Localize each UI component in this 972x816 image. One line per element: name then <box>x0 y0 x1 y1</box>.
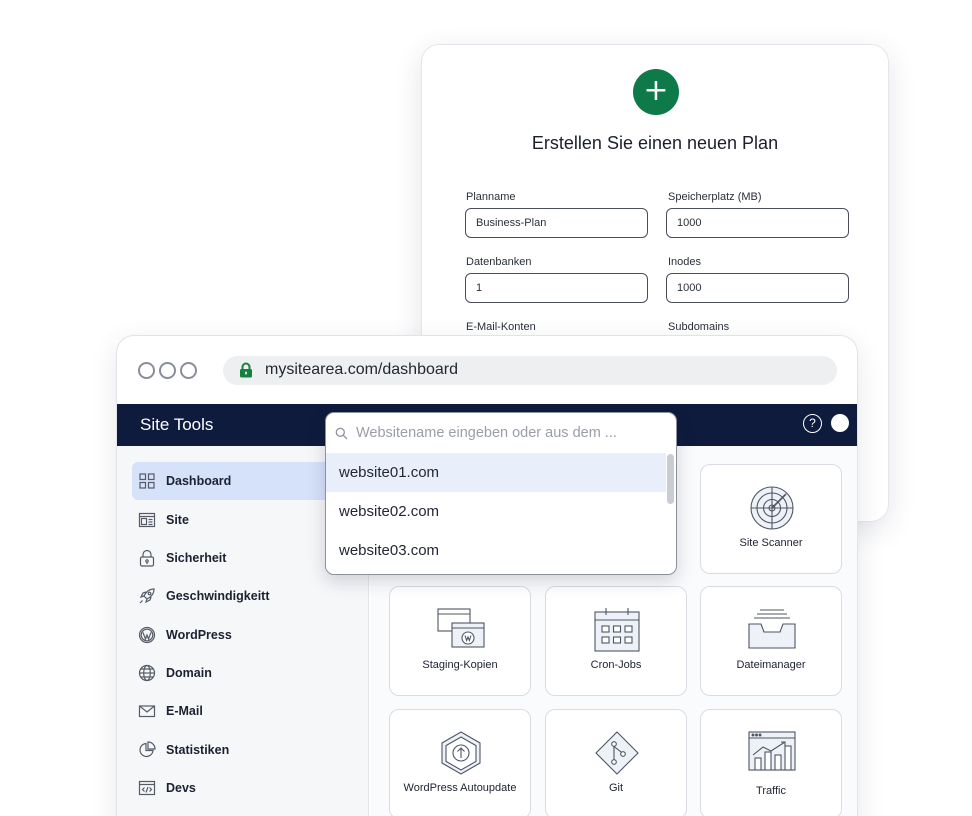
tile-traffic[interactable]: Traffic <box>700 709 842 816</box>
calendar-icon <box>594 608 640 652</box>
browser-window: mysitearea.com/dashboard Site Tools ? Da… <box>116 335 858 816</box>
tile-staging[interactable]: Staging-Kopien <box>389 586 531 696</box>
sidebar-item-domain[interactable]: Domain <box>132 654 368 692</box>
tile-git[interactable]: Git <box>545 709 687 816</box>
plan-name-input[interactable]: Business-Plan <box>465 208 648 238</box>
file-tray-icon <box>748 609 796 649</box>
sidebar-item-label: Devs <box>166 781 196 795</box>
search-icon <box>335 427 348 440</box>
site-search-input[interactable] <box>356 421 656 445</box>
tile-file-manager[interactable]: Dateimanager <box>700 586 842 696</box>
site-icon <box>138 512 156 528</box>
tile-label: Git <box>608 782 624 794</box>
avatar[interactable] <box>831 414 849 432</box>
tile-label: Traffic <box>756 785 786 797</box>
lock-icon <box>139 549 155 567</box>
staging-icon <box>437 608 485 648</box>
address-bar[interactable]: mysitearea.com/dashboard <box>223 356 837 385</box>
tile-cron-jobs[interactable]: Cron-Jobs <box>545 586 687 696</box>
rocket-icon <box>139 588 155 604</box>
lock-icon <box>240 362 252 378</box>
tile-label: Cron-Jobs <box>590 659 642 671</box>
sidebar-item-statistics[interactable]: Statistiken <box>132 731 368 769</box>
git-icon <box>595 731 639 775</box>
site-option-1[interactable]: website01.com <box>326 453 666 492</box>
tile-label: Dateimanager <box>736 659 806 671</box>
tile-label: Site Scanner <box>739 537 803 549</box>
dashboard-icon <box>139 473 155 489</box>
sidebar-item-label: Site <box>166 513 189 527</box>
traffic-chart-icon <box>748 731 796 771</box>
update-icon <box>441 731 481 775</box>
code-icon <box>138 780 156 796</box>
window-dot-maximize[interactable] <box>180 362 197 379</box>
sidebar-item-label: E-Mail <box>166 704 203 718</box>
inodes-input[interactable]: 1000 <box>666 273 849 303</box>
tile-wp-autoupdate[interactable]: WordPress Autoupdate <box>389 709 531 816</box>
window-controls <box>138 362 197 379</box>
storage-input[interactable]: 1000 <box>666 208 849 238</box>
sidebar-item-label: Domain <box>166 666 212 680</box>
url-text: mysitearea.com/dashboard <box>265 361 458 378</box>
add-plan-icon[interactable]: + <box>633 69 679 115</box>
wordpress-icon <box>138 626 156 644</box>
site-picker-dropdown: website01.com website02.com website03.co… <box>325 412 677 575</box>
email-accounts-label: E-Mail-Konten <box>466 321 536 333</box>
window-dot-close[interactable] <box>138 362 155 379</box>
sidebar-item-label: Dashboard <box>166 474 232 488</box>
tile-label: WordPress Autoupdate <box>403 782 517 794</box>
sidebar-item-label: Statistiken <box>166 743 230 757</box>
dropdown-scrollbar[interactable] <box>667 454 674 504</box>
mail-icon <box>138 705 156 718</box>
plan-form-title: Erstellen Sie einen neuen Plan <box>531 133 779 153</box>
pie-chart-icon <box>139 741 156 758</box>
sidebar-item-wordpress[interactable]: WordPress <box>132 616 368 654</box>
sidebar-item-label: Geschwindigkeitt <box>166 589 270 603</box>
plan-name-label: Planname <box>466 191 516 203</box>
databases-label: Datenbanken <box>466 256 532 268</box>
subdomains-label: Subdomains <box>668 321 730 333</box>
databases-input[interactable]: 1 <box>465 273 648 303</box>
sidebar-item-devs[interactable]: Devs <box>132 769 368 807</box>
inodes-label: Inodes <box>668 256 702 268</box>
sidebar-item-email[interactable]: E-Mail <box>132 692 368 730</box>
site-option-3[interactable]: website03.com <box>326 531 666 570</box>
tile-site-scanner[interactable]: Site Scanner <box>700 464 842 574</box>
window-dot-minimize[interactable] <box>159 362 176 379</box>
site-option-2[interactable]: website02.com <box>326 492 666 531</box>
globe-icon <box>138 664 156 682</box>
sidebar-item-speed[interactable]: Geschwindigkeitt <box>132 577 368 615</box>
help-icon[interactable]: ? <box>803 414 822 433</box>
app-title: Site Tools <box>140 415 214 434</box>
sidebar-item-label: WordPress <box>166 628 232 642</box>
storage-label: Speicherplatz (MB) <box>668 191 762 203</box>
sidebar-item-label: Sicherheit <box>166 551 227 565</box>
tile-label: Staging-Kopien <box>422 659 498 671</box>
radar-icon <box>750 486 794 530</box>
